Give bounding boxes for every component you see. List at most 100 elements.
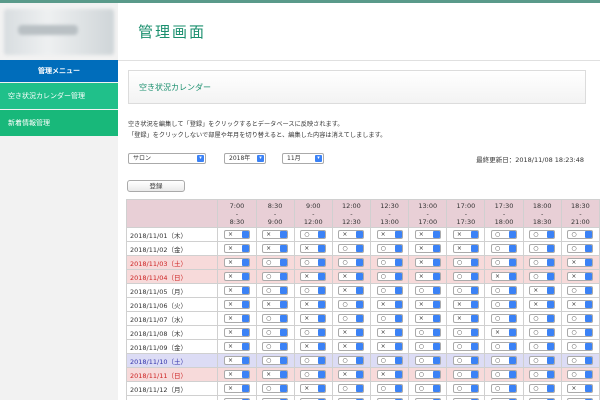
availability-select[interactable]: ○ [452, 258, 479, 267]
availability-select[interactable]: × [338, 286, 365, 295]
availability-select[interactable]: ○ [491, 370, 518, 379]
availability-select[interactable]: ○ [414, 370, 441, 379]
availability-select[interactable]: ○ [452, 356, 479, 365]
availability-select[interactable]: × [567, 272, 594, 281]
availability-select[interactable]: ○ [567, 286, 594, 295]
availability-select[interactable]: × [300, 272, 327, 281]
availability-select[interactable]: ○ [567, 314, 594, 323]
availability-select[interactable]: × [452, 230, 479, 239]
availability-select[interactable]: ○ [262, 356, 289, 365]
availability-select[interactable]: ○ [338, 384, 365, 393]
availability-select[interactable]: ○ [376, 314, 403, 323]
availability-select[interactable]: × [491, 328, 518, 337]
availability-select[interactable]: × [300, 314, 327, 323]
availability-select[interactable]: ○ [414, 286, 441, 295]
availability-select[interactable]: ○ [567, 244, 594, 253]
availability-select[interactable]: × [452, 244, 479, 253]
availability-select[interactable]: ○ [452, 328, 479, 337]
availability-select[interactable]: × [223, 286, 250, 295]
availability-select[interactable]: ○ [491, 258, 518, 267]
availability-select[interactable]: ○ [376, 272, 403, 281]
availability-select[interactable]: ○ [491, 230, 518, 239]
availability-select[interactable]: × [376, 328, 403, 337]
availability-select[interactable]: ○ [262, 342, 289, 351]
availability-select[interactable]: ○ [338, 314, 365, 323]
availability-select[interactable]: ○ [567, 230, 594, 239]
availability-select[interactable]: × [223, 342, 250, 351]
availability-select[interactable]: × [414, 314, 441, 323]
availability-select[interactable]: × [567, 258, 594, 267]
availability-select[interactable]: × [376, 230, 403, 239]
availability-select[interactable]: ○ [491, 286, 518, 295]
availability-select[interactable]: ○ [376, 286, 403, 295]
availability-select[interactable]: ○ [376, 258, 403, 267]
availability-select[interactable]: ○ [262, 328, 289, 337]
availability-select[interactable]: × [262, 244, 289, 253]
year-select[interactable]: 2018年 ▾ [224, 153, 266, 164]
availability-select[interactable]: × [338, 342, 365, 351]
availability-select[interactable]: ○ [529, 328, 556, 337]
availability-select[interactable]: × [338, 370, 365, 379]
availability-select[interactable]: ○ [529, 272, 556, 281]
availability-select[interactable]: ○ [529, 244, 556, 253]
availability-select[interactable]: × [414, 230, 441, 239]
availability-select[interactable]: ○ [300, 286, 327, 295]
availability-select[interactable]: × [338, 230, 365, 239]
availability-select[interactable]: ○ [376, 244, 403, 253]
availability-select[interactable]: ○ [338, 356, 365, 365]
availability-select[interactable]: × [414, 300, 441, 309]
availability-select[interactable]: ○ [452, 272, 479, 281]
availability-select[interactable]: ○ [567, 342, 594, 351]
register-button[interactable]: 登録 [127, 180, 185, 192]
availability-select[interactable]: ○ [529, 314, 556, 323]
month-select[interactable]: 11月 ▾ [282, 153, 324, 164]
availability-select[interactable]: ○ [491, 356, 518, 365]
availability-select[interactable]: × [300, 384, 327, 393]
availability-select[interactable]: × [376, 342, 403, 351]
availability-select[interactable]: × [491, 272, 518, 281]
availability-select[interactable]: × [414, 244, 441, 253]
availability-select[interactable]: ○ [452, 384, 479, 393]
availability-select[interactable]: ○ [262, 314, 289, 323]
availability-select[interactable]: × [376, 370, 403, 379]
availability-select[interactable]: ○ [491, 244, 518, 253]
availability-select[interactable]: × [300, 300, 327, 309]
availability-select[interactable]: ○ [491, 342, 518, 351]
availability-select[interactable]: ○ [567, 356, 594, 365]
availability-select[interactable]: ○ [529, 258, 556, 267]
availability-select[interactable]: × [262, 230, 289, 239]
availability-select[interactable]: ○ [452, 342, 479, 351]
availability-select[interactable]: ○ [262, 384, 289, 393]
availability-select[interactable]: × [223, 384, 250, 393]
availability-select[interactable]: ○ [414, 356, 441, 365]
availability-select[interactable]: ○ [300, 356, 327, 365]
availability-select[interactable]: × [338, 328, 365, 337]
sidebar-item-news[interactable]: 新着情報管理 [0, 110, 118, 136]
availability-select[interactable]: ○ [338, 244, 365, 253]
availability-select[interactable]: × [223, 314, 250, 323]
availability-select[interactable]: ○ [376, 356, 403, 365]
availability-select[interactable]: ○ [529, 356, 556, 365]
availability-select[interactable]: × [223, 356, 250, 365]
availability-select[interactable]: ○ [452, 370, 479, 379]
availability-select[interactable]: ○ [262, 258, 289, 267]
availability-select[interactable]: ○ [452, 286, 479, 295]
availability-select[interactable]: ○ [491, 300, 518, 309]
availability-select[interactable]: ○ [262, 286, 289, 295]
availability-select[interactable]: × [529, 286, 556, 295]
availability-select[interactable]: × [452, 300, 479, 309]
availability-select[interactable]: ○ [529, 370, 556, 379]
availability-select[interactable]: × [414, 258, 441, 267]
availability-select[interactable]: ○ [414, 328, 441, 337]
availability-select[interactable]: × [223, 370, 250, 379]
sidebar-item-calendar[interactable]: 空き状況カレンダー管理 [0, 83, 118, 109]
availability-select[interactable]: ○ [376, 384, 403, 393]
availability-select[interactable]: × [300, 244, 327, 253]
availability-select[interactable]: ○ [262, 272, 289, 281]
availability-select[interactable]: ○ [491, 314, 518, 323]
availability-select[interactable]: ○ [567, 370, 594, 379]
availability-select[interactable]: × [223, 328, 250, 337]
availability-select[interactable]: × [223, 272, 250, 281]
availability-select[interactable]: ○ [529, 230, 556, 239]
availability-select[interactable]: ○ [491, 384, 518, 393]
